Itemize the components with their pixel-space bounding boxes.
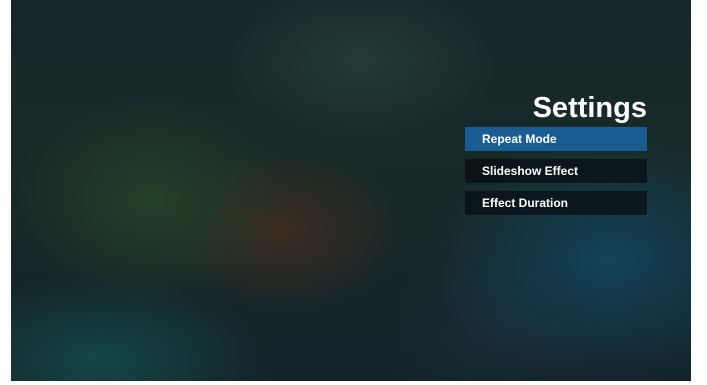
menu-item-slideshow-effect[interactable]: Slideshow Effect (465, 159, 647, 183)
menu-item-repeat-mode[interactable]: Repeat Mode (465, 127, 647, 151)
screen-background: Settings Repeat Mode Slideshow Effect Ef… (11, 0, 691, 381)
settings-title: Settings (532, 92, 647, 124)
menu-item-effect-duration[interactable]: Effect Duration (465, 191, 647, 215)
settings-panel: Settings Repeat Mode Slideshow Effect Ef… (465, 90, 647, 223)
